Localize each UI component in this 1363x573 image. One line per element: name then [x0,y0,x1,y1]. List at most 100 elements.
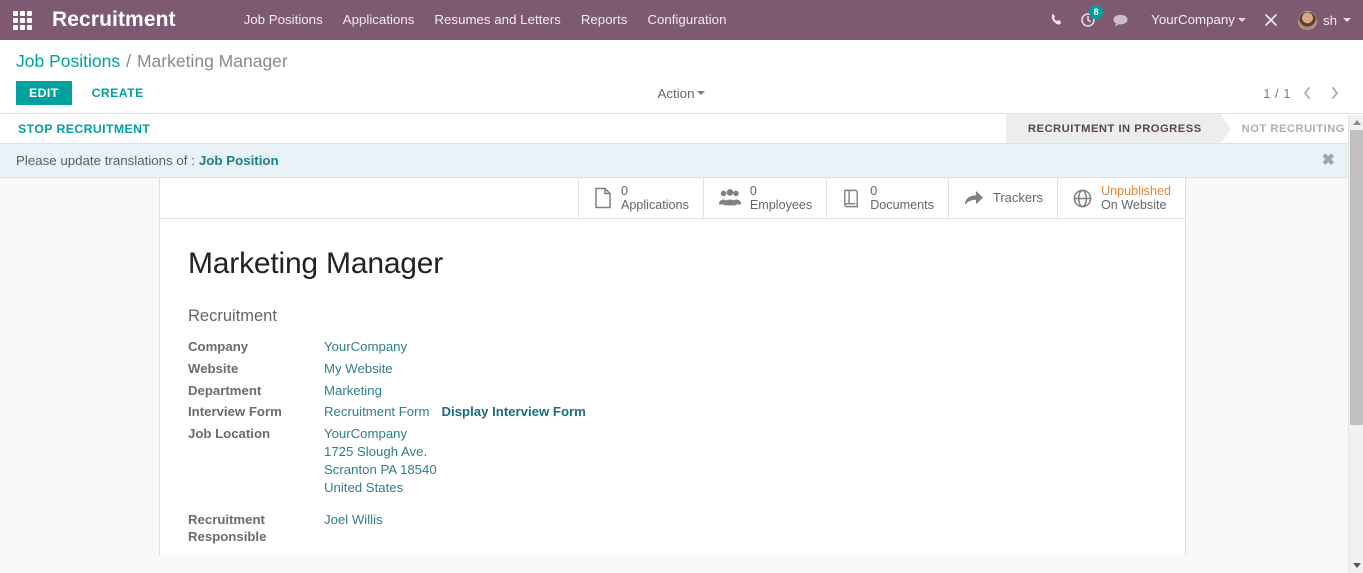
field-value-company: YourCompany [324,336,586,358]
stat-value: 0 [620,183,628,198]
status-step-not-recruiting[interactable]: NOT RECRUITING [1219,114,1363,143]
menu-item-configuration[interactable]: Configuration [637,0,736,40]
recruitment-responsible-link[interactable]: Joel Willis [324,512,383,527]
website-link[interactable]: My Website [324,361,393,376]
apps-grid-glyph [12,10,32,30]
breadcrumb-current: Marketing Manager [136,51,288,71]
menu-item-job-positions[interactable]: Job Positions [234,0,333,40]
field-value-interview-form: Recruitment Form Display Interview Form [324,401,586,423]
company-switcher[interactable]: YourCompany [1137,0,1254,40]
field-value-job-location: YourCompany 1725 Slough Ave. Scranton PA… [324,423,586,498]
chevron-down-icon [1343,18,1351,22]
job-location-line-2[interactable]: 1725 Slough Ave. [324,443,586,461]
pager-next-button[interactable] [1323,80,1347,106]
app-brand-title[interactable]: Recruitment [44,8,182,32]
display-interview-form-button[interactable]: Display Interview Form [442,404,586,419]
translation-alert-link[interactable]: Job Position [199,153,279,168]
action-dropdown[interactable]: Action [658,86,706,101]
stat-button-website[interactable]: Unpublished On Website [1056,178,1185,218]
user-menu[interactable]: sh [1288,10,1351,30]
field-value-department: Marketing [324,380,586,402]
stat-value: 0 [749,183,757,198]
chevron-down-icon [697,91,706,95]
edit-button[interactable]: EDIT [16,81,72,105]
document-page-icon [593,187,613,209]
stat-button-text: 0 Documents [870,184,934,213]
field-label-recruitment-responsible: Recruitment Responsible [188,511,267,545]
field-row-interview-form: Interview Form Recruitment Form Display I… [188,401,586,423]
clock-activity-icon[interactable]: 8 [1073,0,1104,40]
stat-button-text: Trackers [992,189,1043,206]
stop-recruitment-button[interactable]: STOP RECRUITMENT [0,114,164,143]
stat-button-text: 0 Applications [621,184,689,213]
interview-form-link[interactable]: Recruitment Form [324,404,430,419]
group-title-recruitment: Recruitment [188,307,277,325]
statusbar-row: STOP RECRUITMENT RECRUITMENT IN PROGRESS… [0,114,1363,144]
vertical-scrollbar[interactable] [1348,115,1363,573]
stat-button-applications[interactable]: 0 Applications [577,178,703,218]
activity-count-badge: 8 [1089,5,1104,19]
phone-icon[interactable] [1041,0,1071,40]
stat-button-trackers[interactable]: Trackers [947,178,1057,218]
menu-item-reports[interactable]: Reports [571,0,638,40]
share-arrow-icon [963,188,985,208]
field-value-website: My Website [324,358,586,380]
menu-item-resumes-and-letters[interactable]: Resumes and Letters [424,0,570,40]
chat-bubble-icon[interactable] [1105,0,1135,40]
stat-value: Unpublished [1100,183,1171,198]
top-navbar: Recruitment Job Positions Applications R… [0,0,1363,40]
breadcrumb-separator: / [126,51,131,71]
field-row-expected-new-employees: Expected New Employees 1 [188,548,586,555]
field-label-interview-form: Interview Form [188,404,282,420]
chevron-down-icon [1237,18,1246,23]
apps-grid-icon[interactable] [0,0,44,40]
stat-label: Applications [620,198,689,212]
stat-label: On Website [1100,198,1167,212]
field-label-job-location: Job Location [188,426,271,442]
field-row-company: Company YourCompany [188,336,586,358]
form-sheet: 0 Applications 0 Employees 0 Documents T… [159,178,1186,555]
pager-count: 1 / 1 [1263,85,1291,101]
field-row-recruitment-responsible: Recruitment Responsible Joel Willis [188,499,586,549]
stat-buttons-bar: 0 Applications 0 Employees 0 Documents T… [160,178,1185,219]
page-title: Marketing Manager [188,247,444,280]
wrench-debug-icon[interactable] [1256,0,1286,40]
stat-label: Trackers [992,189,1043,205]
action-dropdown-label: Action [657,85,695,101]
company-name-label: YourCompany [1151,12,1235,27]
stat-button-employees[interactable]: 0 Employees [702,178,826,218]
breadcrumb-root-link[interactable]: Job Positions [16,51,120,72]
company-link[interactable]: YourCompany [324,339,407,354]
user-name-label: sh [1322,12,1337,28]
stat-label: Documents [870,198,934,212]
job-location-line-3[interactable]: Scranton PA 18540 [324,461,586,479]
scroll-down-arrow[interactable] [1349,558,1363,573]
form-body: Marketing Manager Recruitment Company Yo… [160,219,1185,555]
record-pager: 1 / 1 [1263,80,1347,106]
translation-alert: Please update translations of : Job Posi… [0,144,1363,178]
stat-button-documents[interactable]: 0 Documents [826,178,948,218]
recruitment-fields-table: Company YourCompany Website My Website D… [188,336,586,555]
field-label-department: Department [188,382,262,398]
status-step-recruitment-in-progress[interactable]: RECRUITMENT IN PROGRESS [1005,114,1231,144]
breadcrumb: Job Positions / Marketing Manager [16,40,1347,73]
users-group-icon [718,188,742,208]
field-value-expected-new-employees: 1 [324,548,586,555]
stat-button-text: Unpublished On Website [1101,184,1171,213]
main-menu: Job Positions Applications Resumes and L… [234,0,737,40]
user-avatar [1297,10,1317,30]
field-row-department: Department Marketing [188,380,586,402]
field-label-website: Website [188,360,239,376]
pager-previous-button[interactable] [1295,80,1319,106]
field-row-website: Website My Website [188,358,586,380]
close-icon[interactable]: ✖ [1322,152,1335,169]
job-location-line-1[interactable]: YourCompany [324,425,586,443]
job-location-line-4[interactable]: United States [324,479,586,497]
field-value-recruitment-responsible: Joel Willis [324,499,586,549]
department-link[interactable]: Marketing [324,383,382,398]
scrollbar-thumb[interactable] [1350,130,1363,425]
menu-item-applications[interactable]: Applications [333,0,425,40]
field-label-expected-new-employees: Expected New Employees [188,548,324,555]
create-button[interactable]: CREATE [80,81,156,105]
scroll-up-arrow[interactable] [1349,115,1363,130]
